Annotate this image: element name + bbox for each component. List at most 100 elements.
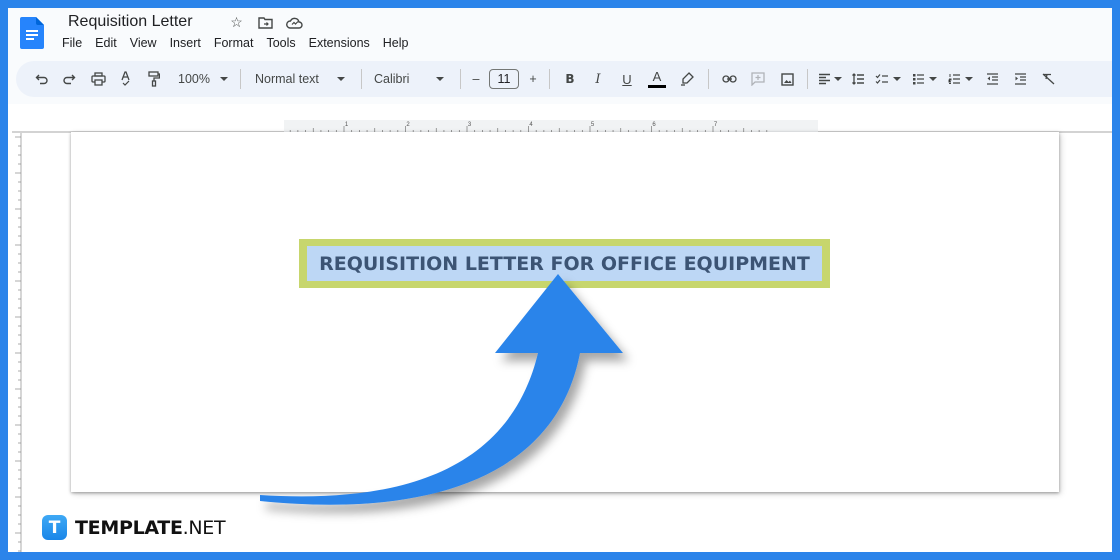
brand-name-suffix: .NET xyxy=(182,516,226,539)
spellcheck-icon xyxy=(121,71,130,86)
ruler-label: 1 xyxy=(345,122,349,128)
template-net-logo: T TEMPLATE.NET xyxy=(42,515,226,540)
line-spacing-button[interactable] xyxy=(846,67,870,91)
menu-tools[interactable]: Tools xyxy=(260,36,301,50)
screenshot-frame: Requisition Letter ☆ File Edit View Inse… xyxy=(8,8,1112,552)
menu-edit[interactable]: Edit xyxy=(89,36,123,50)
ruler-label: 4 xyxy=(529,122,533,128)
spellcheck-button[interactable] xyxy=(112,67,140,91)
toolbar-divider xyxy=(361,69,362,89)
increase-font-size-button[interactable]: + xyxy=(523,67,543,91)
google-docs-logo-icon[interactable] xyxy=(20,17,44,49)
menu-insert[interactable]: Insert xyxy=(164,36,207,50)
document-workspace[interactable]: 1 2 3 4 5 6 7 REQUISITION LETTER FOR OFFICE EQ… xyxy=(8,104,1112,552)
star-icon[interactable]: ☆ xyxy=(228,14,245,31)
text-color-button[interactable]: A xyxy=(642,67,672,91)
template-logo-icon: T xyxy=(42,515,67,540)
paint-format-button[interactable] xyxy=(140,67,168,91)
add-comment-icon xyxy=(751,72,765,86)
ruler-label: 2 xyxy=(406,122,410,128)
image-icon xyxy=(780,72,794,86)
print-button[interactable] xyxy=(84,67,112,91)
move-to-folder-icon[interactable] xyxy=(257,14,274,31)
menu-format[interactable]: Format xyxy=(208,36,260,50)
font-size-input[interactable]: 11 xyxy=(489,69,519,89)
menu-file[interactable]: File xyxy=(56,36,88,50)
highlight-color-button[interactable] xyxy=(672,67,702,91)
underline-icon: U xyxy=(622,71,632,87)
undo-button[interactable] xyxy=(30,67,54,91)
chevron-down-icon xyxy=(928,77,937,81)
minus-icon: – xyxy=(472,72,480,86)
plus-icon: + xyxy=(529,72,537,86)
decrease-indent-button[interactable] xyxy=(978,67,1006,91)
paragraph-style-select[interactable]: Normal text xyxy=(247,67,355,91)
menu-help[interactable]: Help xyxy=(377,36,415,50)
menu-extensions[interactable]: Extensions xyxy=(303,36,376,50)
chevron-down-icon xyxy=(436,77,444,81)
bulleted-list-select[interactable] xyxy=(906,67,942,91)
decrease-font-size-button[interactable]: – xyxy=(467,67,485,91)
ruler-label: 3 xyxy=(468,122,472,128)
align-left-icon xyxy=(819,73,830,85)
toolbar-divider xyxy=(240,69,241,89)
print-icon xyxy=(90,72,106,86)
menu-bar: File Edit View Insert Format Tools Exten… xyxy=(56,36,416,50)
highlighter-icon xyxy=(681,72,694,86)
bold-icon: B xyxy=(565,72,575,86)
bold-button[interactable]: B xyxy=(556,67,584,91)
decrease-indent-icon xyxy=(986,73,998,85)
document-page[interactable]: REQUISITION LETTER FOR OFFICE EQUIPMENT xyxy=(71,132,1059,492)
toolbar-divider xyxy=(708,69,709,89)
zoom-select[interactable]: 100% xyxy=(168,67,234,91)
brand-name-bold: TEMPLATE xyxy=(75,516,183,539)
chevron-down-icon xyxy=(893,77,901,81)
clear-formatting-button[interactable] xyxy=(1034,67,1062,91)
line-spacing-icon xyxy=(852,73,864,85)
ruler-label: 7 xyxy=(714,122,718,128)
link-icon xyxy=(721,75,737,83)
selected-heading[interactable]: REQUISITION LETTER FOR OFFICE EQUIPMENT xyxy=(307,246,822,281)
vertical-ruler[interactable] xyxy=(12,133,22,552)
italic-icon: I xyxy=(595,71,601,87)
increase-indent-icon xyxy=(1014,73,1026,85)
chevron-down-icon xyxy=(337,77,345,81)
align-select[interactable] xyxy=(814,67,846,91)
checklist-icon xyxy=(875,74,888,84)
paragraph-style-value: Normal text xyxy=(255,72,319,86)
heading-highlight-frame: REQUISITION LETTER FOR OFFICE EQUIPMENT xyxy=(299,239,830,288)
font-family-value: Calibri xyxy=(374,72,410,86)
toolbar-divider xyxy=(549,69,550,89)
insert-image-button[interactable] xyxy=(773,67,801,91)
document-title[interactable]: Requisition Letter xyxy=(68,13,193,31)
font-family-select[interactable]: Calibri xyxy=(368,67,454,91)
increase-indent-button[interactable] xyxy=(1006,67,1034,91)
redo-icon xyxy=(63,74,76,85)
formatting-toolbar: 100% Normal text Calibri – 11 + B I U A xyxy=(16,61,1112,97)
bulleted-list-icon xyxy=(912,74,924,85)
insert-link-button[interactable] xyxy=(715,67,743,91)
brand-name: TEMPLATE.NET xyxy=(75,516,226,539)
add-comment-button[interactable] xyxy=(743,67,773,91)
clear-formatting-icon xyxy=(1042,73,1054,85)
chevron-down-icon xyxy=(834,77,842,81)
menu-view[interactable]: View xyxy=(124,36,163,50)
cloud-status-icon[interactable] xyxy=(286,14,303,31)
zoom-value: 100% xyxy=(178,72,210,86)
checklist-select[interactable] xyxy=(870,67,906,91)
ruler-label: 5 xyxy=(591,122,595,128)
chevron-down-icon xyxy=(964,77,973,81)
text-color-swatch xyxy=(648,85,666,88)
italic-button[interactable]: I xyxy=(584,67,612,91)
undo-icon xyxy=(35,74,48,85)
underline-button[interactable]: U xyxy=(612,67,642,91)
paint-format-icon xyxy=(148,71,160,87)
redo-button[interactable] xyxy=(54,67,84,91)
font-size-value: 11 xyxy=(497,72,511,86)
numbered-list-select[interactable] xyxy=(942,67,978,91)
document-heading: REQUISITION LETTER FOR OFFICE EQUIPMENT xyxy=(319,252,810,275)
numbered-list-icon xyxy=(948,74,960,84)
ruler-label: 6 xyxy=(652,122,656,128)
toolbar-divider xyxy=(460,69,461,89)
text-color-icon: A xyxy=(652,69,662,84)
